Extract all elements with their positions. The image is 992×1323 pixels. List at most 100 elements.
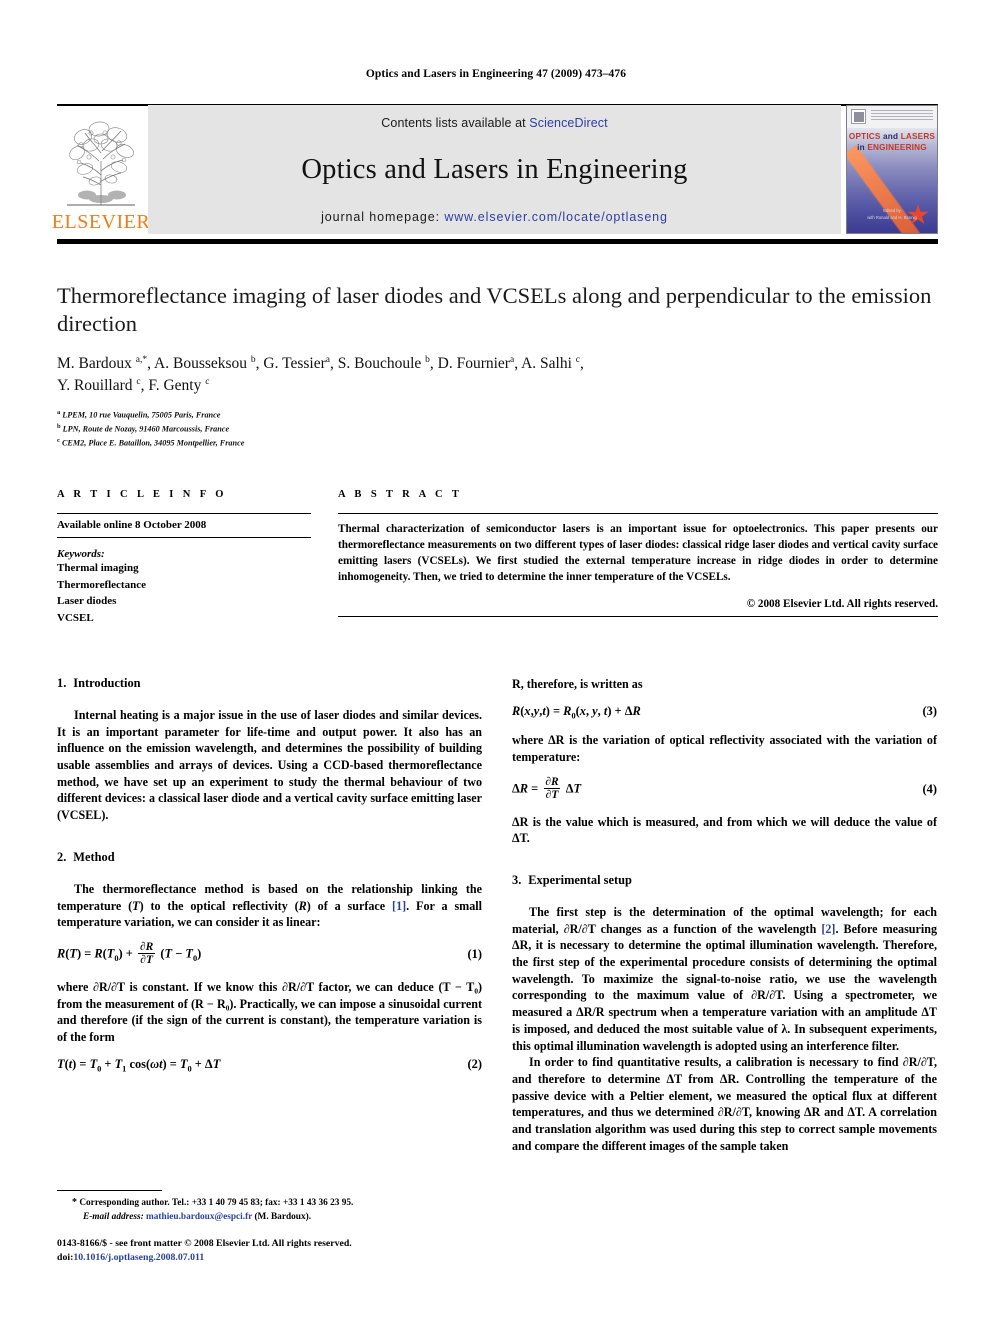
article-info-heading: A R T I C L E I N F O	[57, 489, 227, 500]
email-link[interactable]: mathieu.bardoux@espci.fr	[146, 1212, 252, 1222]
body-columns: 1. Introduction Internal heating is a maj…	[57, 676, 938, 1154]
equation-4-body: ΔR = ∂R ∂T ΔT	[512, 775, 582, 801]
title-block: Thermoreflectance imaging of laser diode…	[57, 282, 938, 450]
journal-masthead: ELSEVIER Contents lists available at Sci…	[52, 105, 938, 234]
affiliation-item: a LPEM, 10 rue Vauquelin, 75005 Paris, F…	[57, 408, 221, 420]
cover-lasers-word: LASERS	[900, 132, 936, 141]
journal-cover-thumbnail: OPTICS and LASERS in ENGINEERING Edited …	[846, 105, 938, 234]
intro-paragraph: Internal heating is a major issue in the…	[57, 708, 482, 823]
corresponding-author-line: * Corresponding author. Tel.: +33 1 40 7…	[57, 1196, 482, 1211]
affiliation-list: a LPEM, 10 rue Vauquelin, 75005 Paris, F…	[57, 408, 938, 450]
section-heading-method: 2. Method	[57, 850, 482, 865]
cover-elsevier-mark-icon	[851, 109, 866, 124]
page-title: Thermoreflectance imaging of laser diode…	[57, 283, 932, 337]
masthead-bottom-rule	[57, 239, 938, 244]
doi-link[interactable]: 10.1016/j.optlaseng.2008.07.011	[73, 1252, 204, 1263]
affiliation-item: c CEM2, Place E. Bataillon, 34095 Montpe…	[57, 436, 245, 448]
method-paragraph-1: The thermoreflectance method is based on…	[57, 881, 482, 931]
equation-2-number: (2)	[467, 1057, 482, 1072]
masthead-center-panel: Contents lists available at ScienceDirec…	[148, 105, 841, 234]
equation-2-body: T(t) = T0 + T1 cos(ωt) = T0 + ΔT	[57, 1056, 221, 1074]
method-text-c: ) of a surface	[306, 898, 393, 913]
paper-page: Optics and Lasers in Engineering 47 (200…	[0, 0, 992, 1323]
equation-4: ΔR = ∂R ∂T ΔT (4)	[512, 775, 937, 802]
homepage-prefix: journal homepage:	[321, 210, 445, 224]
citation-ref-2[interactable]: [2]	[821, 922, 835, 936]
equation-3: R(x,y,t) = R0(x, y, t) + ΔR (3)	[512, 704, 937, 720]
right-column: R, therefore, is written as R(x,y,t) = R…	[512, 676, 937, 1154]
info-abstract-band: A R T I C L E I N F O Available online 8…	[57, 489, 938, 626]
footnote-rule	[57, 1190, 162, 1191]
section-heading-experimental-setup: 3. Experimental setup	[512, 873, 937, 888]
available-online-date: Available online 8 October 2008	[57, 519, 207, 531]
cover-optics-word: OPTICS	[848, 132, 881, 141]
keyword-item: Thermoreflectance	[57, 578, 146, 591]
partial-derivative-fraction: ∂R ∂T	[138, 940, 155, 966]
experimental-text-b: . Before measuring ΔR, it is necessary t…	[512, 921, 937, 1053]
citation-ref-1[interactable]: [1]	[392, 899, 406, 913]
author-list: M. Bardoux a,*, A. Bousseksou b, G. Tess…	[57, 353, 938, 397]
equation-1-number: (1)	[467, 946, 482, 961]
section-heading-introduction: 1. Introduction	[57, 676, 482, 691]
section-title: Method	[73, 849, 115, 864]
equation-4-number: (4)	[922, 781, 937, 796]
email-line: E-mail address: mathieu.bardoux@espci.fr…	[57, 1211, 482, 1224]
abstract-heading: A B S T R A C T	[338, 489, 463, 500]
cover-hairlines	[871, 110, 933, 123]
method-text-b: ) to the optical reflectivity (	[139, 898, 299, 913]
journal-title: Optics and Lasers in Engineering	[301, 153, 688, 185]
author-line-2: Y. Rouillard c, F. Genty c	[57, 376, 210, 394]
issn-doi-block: 0143-8166/$ - see front matter © 2008 El…	[57, 1237, 482, 1265]
keywords-list: Thermal imaging Thermoreflectance Laser …	[57, 560, 311, 626]
cover-title-line-2: in ENGINEERING	[847, 143, 937, 152]
article-info-column: A R T I C L E I N F O Available online 8…	[57, 489, 325, 626]
contents-prefix: Contents lists available at	[381, 116, 530, 130]
footnote-block: * Corresponding author. Tel.: +33 1 40 7…	[57, 1190, 482, 1265]
doi-line: doi:10.1016/j.optlaseng.2008.07.011	[57, 1251, 482, 1265]
experimental-paragraph-2: In order to find quantitative results, a…	[512, 1055, 937, 1153]
elsevier-logo: ELSEVIER	[52, 105, 150, 234]
contents-lists-line: Contents lists available at ScienceDirec…	[381, 116, 607, 130]
email-suffix: (M. Bardoux).	[252, 1211, 312, 1222]
issn-line: 0143-8166/$ - see front matter © 2008 El…	[57, 1237, 352, 1249]
affiliation-item: b LPN, Route de Nozay, 91460 Marcoussis,…	[57, 422, 230, 434]
doi-label: doi:	[57, 1252, 74, 1264]
cover-footer-line-2: with Ronald and H. Bennig	[867, 214, 917, 220]
email-label: E-mail address:	[83, 1211, 144, 1222]
abstract-copyright: © 2008 Elsevier Ltd. All rights reserved…	[746, 597, 938, 610]
section-number: 3.	[512, 873, 522, 888]
sciencedirect-link[interactable]: ScienceDirect	[529, 116, 607, 130]
symbol-R: R	[298, 898, 307, 913]
abstract-column: A B S T R A C T Thermal characterization…	[325, 489, 938, 626]
abstract-text: Thermal characterization of semiconducto…	[338, 523, 938, 583]
author-line-1: M. Bardoux a,*, A. Bousseksou b, G. Tess…	[57, 354, 584, 372]
cover-title-line-1: OPTICS and LASERS	[847, 132, 937, 141]
equation-1-body: R(T) = R(T0) + ∂R ∂T (T − T0)	[57, 940, 202, 966]
journal-homepage-link[interactable]: www.elsevier.com/locate/optlaseng	[444, 210, 668, 224]
keywords-label: Keywords:	[57, 548, 105, 560]
left-column: 1. Introduction Internal heating is a maj…	[57, 676, 482, 1154]
section-title: Introduction	[73, 676, 141, 690]
cover-footer-text: Edited by with Ronald and H. Bennig	[847, 208, 937, 221]
section-number: 2.	[57, 849, 67, 864]
right-lead-line: R, therefore, is written as	[512, 677, 643, 691]
cover-in-word: in	[857, 143, 868, 152]
abstract-rule-bottom	[338, 615, 938, 617]
corresponding-author-text: Corresponding author. Tel.: +33 1 40 79 …	[77, 1198, 354, 1208]
section-title: Experimental setup	[528, 873, 632, 888]
keyword-item: Thermal imaging	[57, 562, 139, 574]
paragraph-after-eq3: where ΔR is the variation of optical ref…	[512, 733, 937, 764]
equation-1: R(T) = R(T0) + ∂R ∂T (T − T0) (1)	[57, 940, 482, 967]
info-rule-bottom	[57, 537, 311, 538]
elsevier-tree-icon	[61, 115, 141, 211]
paragraph-after-eq4: ΔR is the value which is measured, and f…	[512, 814, 937, 846]
cover-engineering-word: ENGINEERING	[867, 143, 927, 152]
method-paragraph-2: where ∂R/∂T is constant. If we know this…	[57, 980, 482, 1045]
keyword-item: VCSEL	[57, 611, 94, 624]
running-head: Optics and Lasers in Engineering 47 (200…	[365, 68, 627, 80]
elsevier-wordmark: ELSEVIER	[51, 211, 151, 233]
journal-homepage-line: journal homepage: www.elsevier.com/locat…	[321, 210, 668, 224]
cover-and-word: and	[880, 132, 901, 141]
equation-3-number: (3)	[922, 704, 937, 719]
experimental-paragraph-1: The first step is the determination of t…	[512, 904, 937, 1054]
